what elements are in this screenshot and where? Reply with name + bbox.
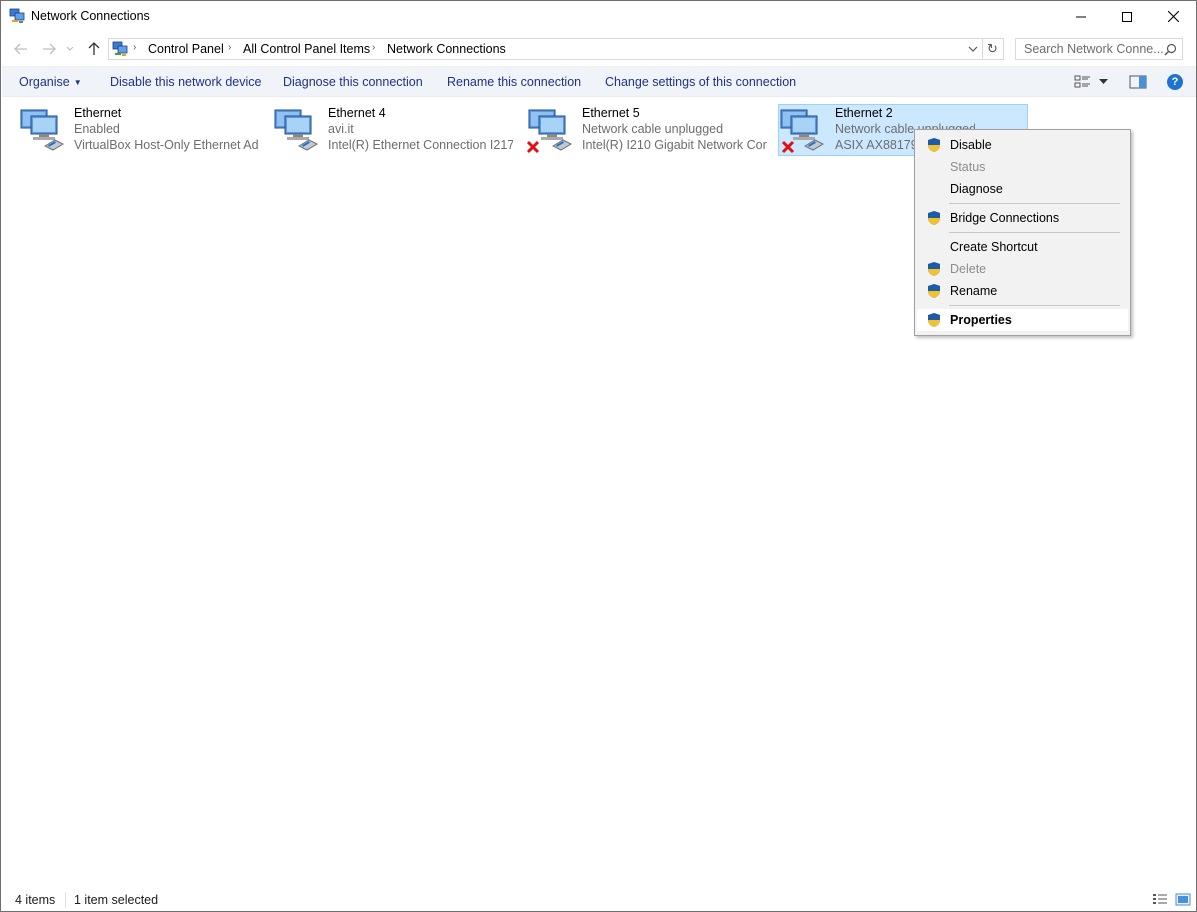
- menu-item-bridge-connections[interactable]: Bridge Connections: [917, 207, 1128, 229]
- maximize-icon: [1122, 11, 1132, 22]
- refresh-button[interactable]: ↻: [982, 38, 1004, 60]
- chevron-down-icon: [66, 46, 74, 51]
- organise-label: Organise: [19, 75, 70, 89]
- diagnose-connection-button[interactable]: Diagnose this connection: [283, 75, 423, 89]
- breadcrumb-separator[interactable]: ›: [372, 42, 375, 53]
- menu-label: Disable: [950, 138, 992, 152]
- network-connections-icon: [9, 8, 25, 23]
- maximize-button[interactable]: [1104, 1, 1150, 32]
- status-divider: [65, 892, 66, 908]
- address-bar[interactable]: › Control Panel › All Control Panel Item…: [108, 38, 983, 60]
- item-status: Enabled: [74, 122, 120, 136]
- search-input[interactable]: Search Network Conne...: [1015, 38, 1183, 60]
- item-name: Ethernet 2: [835, 106, 893, 120]
- minimize-icon: [1076, 16, 1086, 17]
- view-options-dropdown-icon[interactable]: [1099, 79, 1108, 85]
- preview-pane-icon[interactable]: [1129, 74, 1147, 90]
- network-item-ethernet-4[interactable]: Ethernet 4 avi.it Intel(R) Ethernet Conn…: [257, 104, 513, 156]
- search-icon: [1164, 43, 1177, 56]
- menu-item-diagnose[interactable]: Diagnose: [917, 178, 1128, 200]
- chevron-down-icon[interactable]: [966, 42, 980, 56]
- control-panel-icon: [112, 41, 128, 56]
- caret-down-icon: ▼: [73, 78, 82, 87]
- item-device: Intel(R) Ethernet Connection I217...: [328, 138, 513, 152]
- menu-item-delete[interactable]: Delete: [917, 258, 1128, 280]
- change-view-icon[interactable]: [1074, 74, 1092, 90]
- network-adapter-icon: [20, 109, 65, 151]
- item-device: VirtualBox Host-Only Ethernet Ad...: [74, 138, 259, 152]
- large-icons-view-icon[interactable]: [1175, 893, 1191, 906]
- search-placeholder: Search Network Conne...: [1024, 42, 1164, 56]
- uac-shield-icon: [928, 284, 940, 298]
- menu-label: Rename: [950, 284, 998, 298]
- organise-button[interactable]: Organise ▼: [19, 75, 82, 89]
- close-button[interactable]: [1150, 1, 1196, 32]
- menu-item-rename[interactable]: Rename: [917, 280, 1128, 302]
- menu-item-status[interactable]: Status: [917, 156, 1128, 178]
- item-name: Ethernet 4: [328, 106, 386, 120]
- menu-separator: [949, 305, 1120, 306]
- item-name: Ethernet 5: [582, 106, 640, 120]
- menu-separator: [949, 232, 1120, 233]
- menu-label: Diagnose: [950, 182, 1003, 196]
- help-button[interactable]: ?: [1167, 74, 1183, 90]
- breadcrumb-all-items[interactable]: All Control Panel Items: [243, 42, 370, 56]
- menu-label: Status: [950, 160, 986, 174]
- breadcrumb-separator[interactable]: ›: [228, 42, 231, 53]
- menu-label: Properties: [950, 313, 1012, 327]
- breadcrumb-separator[interactable]: ›: [133, 42, 136, 53]
- uac-shield-icon: [928, 211, 940, 225]
- menu-label: Delete: [950, 262, 987, 276]
- recent-locations-button[interactable]: [64, 39, 76, 59]
- item-status: Network cable unplugged: [582, 122, 724, 136]
- status-bar: 4 items 1 item selected: [2, 889, 1196, 911]
- up-button[interactable]: [84, 39, 104, 59]
- arrow-right-icon: [43, 43, 56, 55]
- disable-device-button[interactable]: Disable this network device: [110, 75, 261, 89]
- menu-label: Bridge Connections: [950, 211, 1060, 225]
- rename-connection-button[interactable]: Rename this connection: [447, 75, 581, 89]
- refresh-icon: ↻: [987, 41, 998, 56]
- back-button[interactable]: [11, 39, 31, 59]
- change-settings-button[interactable]: Change settings of this connection: [605, 75, 796, 89]
- context-menu: Disable Status Diagnose Bridge Connectio…: [914, 129, 1131, 336]
- menu-item-properties[interactable]: Properties: [917, 309, 1128, 331]
- close-icon: [1167, 11, 1179, 22]
- network-adapter-disconnected-icon: [527, 109, 573, 154]
- breadcrumb-network-connections[interactable]: Network Connections: [387, 42, 506, 56]
- item-name: Ethernet: [74, 106, 122, 120]
- network-adapter-icon: [274, 109, 319, 151]
- network-item-ethernet-5[interactable]: Ethernet 5 Network cable unplugged Intel…: [511, 104, 767, 156]
- arrow-up-icon: [88, 42, 100, 55]
- selection-count: 1 item selected: [74, 893, 159, 907]
- network-adapter-disconnected-icon: [780, 109, 825, 154]
- menu-label: Create Shortcut: [950, 240, 1038, 254]
- address-row: › Control Panel › All Control Panel Item…: [1, 34, 1196, 64]
- uac-shield-icon: [928, 138, 940, 152]
- forward-button[interactable]: [39, 39, 59, 59]
- uac-shield-icon: [928, 262, 940, 276]
- title-bar: Network Connections: [1, 1, 1196, 32]
- command-bar: Organise ▼ Disable this network device Di…: [2, 66, 1196, 97]
- menu-item-disable[interactable]: Disable: [917, 134, 1128, 156]
- network-item-ethernet[interactable]: Ethernet Enabled VirtualBox Host-Only Et…: [3, 104, 259, 156]
- explorer-window: Network Connections › Control Panel › Al…: [0, 0, 1197, 912]
- item-device: Intel(R) I210 Gigabit Network Con...: [582, 138, 767, 152]
- uac-shield-icon: [928, 313, 940, 327]
- item-status: avi.it: [328, 122, 354, 136]
- item-count: 4 items: [15, 893, 56, 907]
- details-view-icon[interactable]: [1152, 893, 1168, 906]
- breadcrumb-control-panel[interactable]: Control Panel: [148, 42, 224, 56]
- window-title: Network Connections: [31, 9, 150, 23]
- arrow-left-icon: [14, 43, 27, 55]
- minimize-button[interactable]: [1058, 1, 1104, 32]
- menu-separator: [949, 203, 1120, 204]
- menu-item-create-shortcut[interactable]: Create Shortcut: [917, 236, 1128, 258]
